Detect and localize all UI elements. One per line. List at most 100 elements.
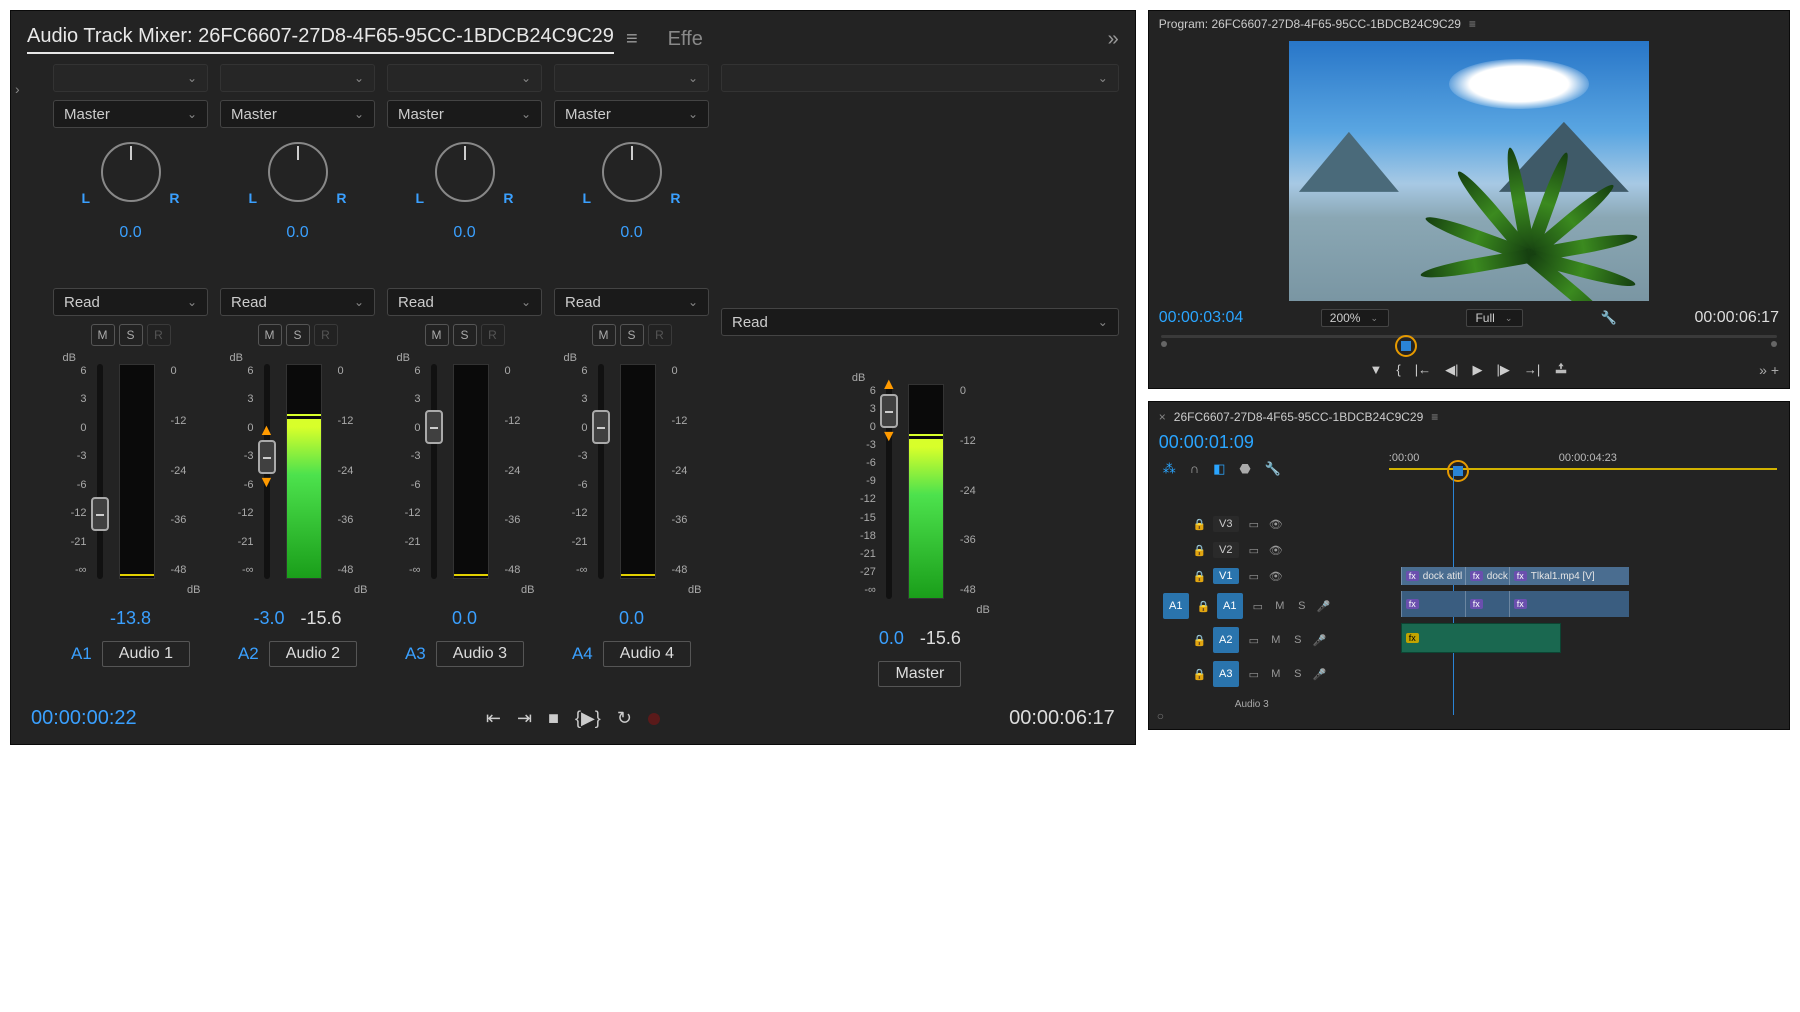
program-timecode-current[interactable]: 00:00:03:04 xyxy=(1159,309,1244,327)
track-header-a2[interactable]: A2 xyxy=(1213,627,1239,653)
send-assign-dropdown[interactable]: ⌄ xyxy=(220,64,375,92)
fader-rail[interactable] xyxy=(97,364,103,579)
voiceover-mic-icon[interactable]: 🎤 xyxy=(1313,634,1327,647)
panel-title[interactable]: Audio Track Mixer: 26FC6607-27D8-4F65-95… xyxy=(27,25,614,54)
automation-mode-dropdown[interactable]: Read⌄ xyxy=(721,308,1119,336)
automation-mode-dropdown[interactable]: Read⌄ xyxy=(387,288,542,316)
track-name-input[interactable]: Audio 3 xyxy=(436,641,524,667)
pan-knob[interactable]: LR xyxy=(263,142,333,212)
fader-rail[interactable] xyxy=(598,364,604,579)
timecode-duration[interactable]: 00:00:06:17 xyxy=(1009,707,1115,730)
program-timecode-duration[interactable]: 00:00:06:17 xyxy=(1694,309,1779,327)
timecode-current[interactable]: 00:00:00:22 xyxy=(31,707,137,730)
toggle-output-icon[interactable]: ▭ xyxy=(1247,634,1261,647)
pan-knob[interactable]: LR xyxy=(96,142,166,212)
record-enable-toggle[interactable]: R xyxy=(481,324,505,346)
video-clip[interactable]: fxdock xyxy=(1465,567,1509,585)
program-playhead[interactable] xyxy=(1395,335,1411,351)
fader-value[interactable]: 0.0 xyxy=(619,608,644,629)
tab-effects[interactable]: Effe xyxy=(668,28,703,51)
toggle-output-icon[interactable]: ▭ xyxy=(1247,544,1261,557)
expand-effects-arrow-icon[interactable]: › xyxy=(15,81,20,97)
track-name-input[interactable]: Audio 2 xyxy=(269,641,357,667)
output-assign-dropdown[interactable]: Master⌄ xyxy=(53,100,208,128)
track-header-a3[interactable]: A3 xyxy=(1213,661,1239,687)
fader-value[interactable]: 0.0 xyxy=(452,608,477,629)
voiceover-mic-icon[interactable]: 🎤 xyxy=(1313,668,1327,681)
fader-value[interactable]: -13.8 xyxy=(110,608,151,629)
settings-wrench-icon[interactable]: 🔧 xyxy=(1265,461,1281,477)
lock-icon[interactable]: 🔒 xyxy=(1193,518,1205,531)
play-icon[interactable]: ▶ xyxy=(1473,362,1483,378)
play-in-out-icon[interactable]: {▶} xyxy=(575,708,601,729)
panel-menu-icon[interactable]: ≡ xyxy=(626,28,638,51)
fader-handle[interactable] xyxy=(91,497,109,531)
mute-toggle[interactable]: M xyxy=(91,324,115,346)
toggle-output-icon[interactable]: ▭ xyxy=(1247,668,1261,681)
go-to-in-icon[interactable]: |← xyxy=(1415,362,1431,377)
output-assign-dropdown[interactable]: Master⌄ xyxy=(387,100,542,128)
timeline-menu-icon[interactable]: ≡ xyxy=(1431,410,1438,424)
add-marker-icon[interactable]: ▼ xyxy=(1370,362,1383,377)
record-enable-toggle[interactable]: R xyxy=(314,324,338,346)
pan-knob[interactable]: LR xyxy=(430,142,500,212)
snap-icon[interactable]: ∩ xyxy=(1190,461,1199,477)
fader-value[interactable]: 0.0 xyxy=(879,628,904,649)
track-name-input[interactable]: Audio 1 xyxy=(102,641,190,667)
program-title[interactable]: Program: 26FC6607-27D8-4F65-95CC-1BDCB24… xyxy=(1159,17,1461,31)
pan-knob[interactable]: LR xyxy=(597,142,667,212)
send-assign-dropdown[interactable]: ⌄ xyxy=(387,64,542,92)
track-name-input[interactable]: Master xyxy=(878,661,961,687)
linked-selection-icon[interactable]: ◧ xyxy=(1213,461,1225,477)
mark-in-icon[interactable]: { xyxy=(1396,362,1400,377)
video-clip[interactable]: fxTlkal1.mp4 [V] xyxy=(1509,567,1629,585)
mute-toggle[interactable]: M xyxy=(1269,634,1283,646)
record-enable-toggle[interactable]: R xyxy=(648,324,672,346)
solo-toggle[interactable]: S xyxy=(119,324,143,346)
automation-mode-dropdown[interactable]: Read⌄ xyxy=(554,288,709,316)
lock-icon[interactable]: 🔒 xyxy=(1193,570,1205,583)
solo-toggle[interactable]: S xyxy=(1291,634,1305,646)
audio-clip[interactable]: fx xyxy=(1401,591,1465,617)
automation-mode-dropdown[interactable]: Read⌄ xyxy=(53,288,208,316)
record-icon[interactable] xyxy=(648,713,660,725)
timeline-timecode[interactable]: 00:00:01:09 xyxy=(1159,432,1779,453)
mute-toggle[interactable]: M xyxy=(1269,668,1283,680)
send-assign-dropdown[interactable]: ⌄ xyxy=(53,64,208,92)
solo-toggle[interactable]: S xyxy=(1291,668,1305,680)
program-menu-icon[interactable]: ≡ xyxy=(1469,17,1476,31)
lock-icon[interactable]: 🔒 xyxy=(1193,668,1205,681)
stop-icon[interactable]: ■ xyxy=(548,708,559,729)
record-enable-toggle[interactable]: R xyxy=(147,324,171,346)
button-editor-icon[interactable]: » + xyxy=(1759,362,1779,378)
mute-toggle[interactable]: M xyxy=(1273,600,1287,612)
pan-value[interactable]: 0.0 xyxy=(620,224,642,242)
step-forward-icon[interactable]: |▶ xyxy=(1497,362,1510,378)
timeline-playhead[interactable] xyxy=(1447,460,1469,482)
track-header-v2[interactable]: V2 xyxy=(1213,542,1239,558)
solo-toggle[interactable]: S xyxy=(286,324,310,346)
go-to-in-icon[interactable]: ⇤ xyxy=(486,708,501,729)
mute-toggle[interactable]: M xyxy=(258,324,282,346)
pan-value[interactable]: 0.0 xyxy=(119,224,141,242)
go-to-out-icon[interactable]: ⇥ xyxy=(517,708,532,729)
lock-icon[interactable]: 🔒 xyxy=(1193,634,1205,647)
automation-mode-dropdown[interactable]: Read⌄ xyxy=(220,288,375,316)
pan-value[interactable]: 0.0 xyxy=(453,224,475,242)
overflow-chevron-icon[interactable]: » xyxy=(1108,28,1119,51)
program-video[interactable] xyxy=(1289,41,1649,301)
send-assign-dropdown[interactable]: ⌄ xyxy=(554,64,709,92)
time-ruler[interactable]: :00:00 00:00:04:23 xyxy=(1389,456,1777,474)
source-patch-a1[interactable]: A1 xyxy=(1163,593,1189,619)
send-assign-dropdown[interactable]: ⌄ xyxy=(721,64,1119,92)
solo-toggle[interactable]: S xyxy=(620,324,644,346)
timeline-scroll-handle[interactable]: ○ xyxy=(1157,709,1164,723)
output-assign-dropdown[interactable]: Master⌄ xyxy=(554,100,709,128)
mute-toggle[interactable]: M xyxy=(425,324,449,346)
step-back-icon[interactable]: ◀| xyxy=(1445,362,1458,378)
toggle-output-icon[interactable]: ▭ xyxy=(1251,600,1265,613)
fader-handle[interactable] xyxy=(592,410,610,444)
fader-value[interactable]: -3.0 xyxy=(253,608,284,629)
settings-wrench-icon[interactable]: 🔧 xyxy=(1601,310,1617,326)
eye-icon[interactable]: 👁 xyxy=(1269,518,1283,531)
